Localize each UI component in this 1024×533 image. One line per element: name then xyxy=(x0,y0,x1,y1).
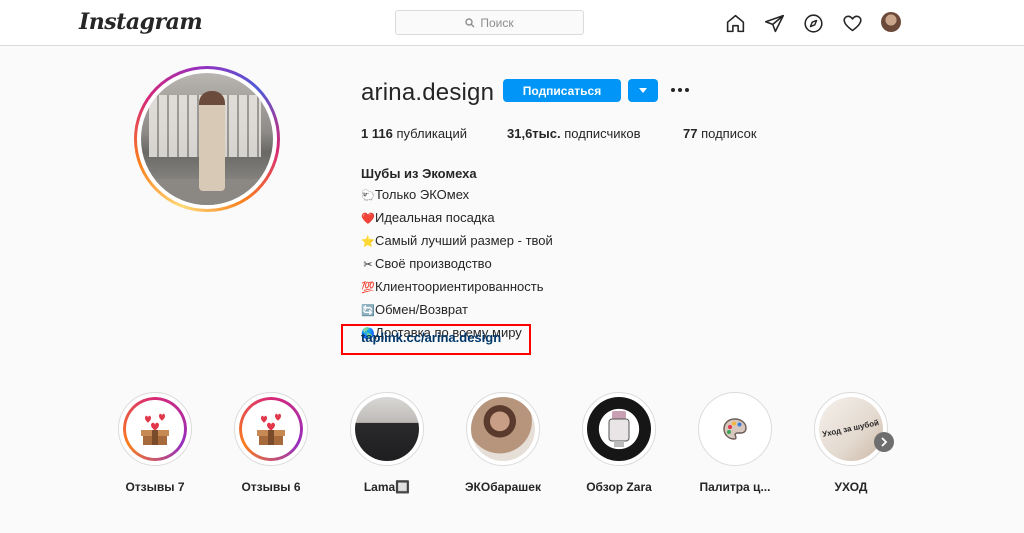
highlight-photo xyxy=(703,397,767,461)
palette-icon xyxy=(723,418,747,440)
suggested-dropdown-button[interactable] xyxy=(628,79,658,102)
more-dot-icon xyxy=(671,88,675,92)
more-dot-icon xyxy=(678,88,682,92)
stat-posts: 1 116 публикаций xyxy=(361,126,468,141)
sheep-icon: 🐑 xyxy=(361,190,375,202)
highlight-item[interactable]: Отзывы 7 xyxy=(110,392,200,494)
highlight-label: Lama🔲 xyxy=(363,480,411,494)
bio-line: 🐑Только ЭКОмех xyxy=(361,184,691,207)
profile-username: arina.design xyxy=(361,79,495,106)
highlight-label: УХОД xyxy=(834,480,868,494)
follow-button[interactable]: Подписаться xyxy=(503,79,621,102)
stat-followers[interactable]: 31,6тыс. подписчиков xyxy=(507,126,640,141)
profile-photo xyxy=(141,73,273,205)
highlight-item[interactable]: ЭКОбарашек xyxy=(458,392,548,494)
highlight-label: Обзор Zara xyxy=(586,480,652,494)
stat-following[interactable]: 77 подписок xyxy=(683,126,757,141)
direct-message-icon[interactable] xyxy=(763,12,785,34)
bio-name: Шубы из Экомеха xyxy=(361,166,477,181)
bio-line: 🔄Обмен/Возврат xyxy=(361,299,691,322)
highlight-photo xyxy=(355,397,419,461)
explore-compass-icon[interactable] xyxy=(802,12,824,34)
more-options-button[interactable] xyxy=(668,81,692,99)
scissors-icon: ✂ xyxy=(363,259,373,271)
highlight-label: Отзывы 6 xyxy=(241,480,301,494)
more-dot-icon xyxy=(685,88,689,92)
highlight-overlay-text: Уход за шубой xyxy=(821,418,880,439)
gift-box-hearts-icon xyxy=(141,413,169,445)
user-avatar[interactable] xyxy=(881,12,901,32)
nav-icons xyxy=(724,12,904,34)
instagram-logo[interactable]: Instagram xyxy=(79,9,203,35)
star-icon: ⭐ xyxy=(361,236,375,248)
highlight-label: Палитра ц... xyxy=(699,480,771,494)
highlight-photo: Уход за шубой xyxy=(819,397,883,461)
bio-line: ✂ Своё производство xyxy=(361,253,691,276)
highlight-photo xyxy=(471,397,535,461)
search-input[interactable]: Поиск xyxy=(395,10,584,35)
profile-bio: Шубы из Экомеха 🐑Только ЭКОмех ❤️Идеальн… xyxy=(361,163,691,345)
highlight-label: Отзывы 7 xyxy=(125,480,185,494)
gift-box-hearts-icon xyxy=(257,413,285,445)
highlight-photo xyxy=(587,397,651,461)
bio-line: ❤️Идеальная посадка xyxy=(361,207,691,230)
profile-avatar[interactable] xyxy=(134,66,280,212)
highlight-item[interactable]: Обзор Zara xyxy=(574,392,664,494)
bio-line: 💯Клиентоориентированность xyxy=(361,276,691,299)
hundred-icon: 💯 xyxy=(361,282,375,294)
story-highlights: Отзывы 7 Отзывы 6 Lama🔲 ЭКОбарашек Обзор… xyxy=(0,392,1024,502)
heart-icon: ❤️ xyxy=(361,213,375,225)
annotation-red-box xyxy=(341,324,531,355)
highlight-item[interactable]: Lama🔲 xyxy=(342,392,432,494)
bio-line: ⭐Самый лучший размер - твой xyxy=(361,230,691,253)
search-placeholder: Поиск xyxy=(480,15,514,30)
activity-heart-icon[interactable] xyxy=(841,12,863,34)
top-navigation-bar: Instagram Поиск xyxy=(0,0,1024,46)
exchange-arrows-icon: 🔄 xyxy=(361,305,375,317)
caret-down-icon xyxy=(639,87,647,93)
highlight-item[interactable]: Палитра ц... xyxy=(690,392,780,494)
highlight-label: ЭКОбарашек xyxy=(465,480,541,494)
highlight-item[interactable]: Отзывы 6 xyxy=(226,392,316,494)
tag-icon xyxy=(608,411,630,447)
home-icon[interactable] xyxy=(724,12,746,34)
chevron-right-icon xyxy=(881,437,888,447)
highlights-next-button[interactable] xyxy=(874,432,894,452)
search-icon xyxy=(465,17,475,27)
